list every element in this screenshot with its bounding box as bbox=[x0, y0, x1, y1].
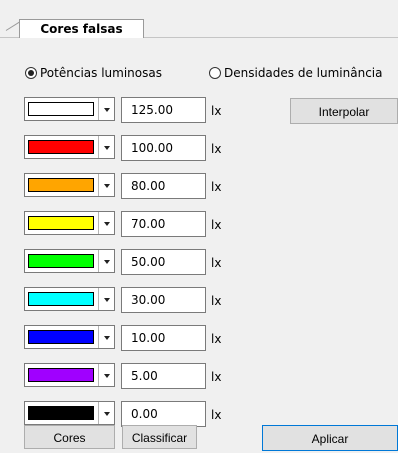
color-swatch bbox=[28, 406, 94, 420]
color-picker-dropdown[interactable] bbox=[24, 325, 115, 349]
radio-densidades-luminancia[interactable]: Densidades de luminância bbox=[209, 65, 382, 81]
interpolate-button[interactable]: Interpolar bbox=[290, 98, 398, 124]
chevron-down-icon[interactable] bbox=[98, 136, 114, 158]
chevron-down-icon[interactable] bbox=[98, 326, 114, 348]
color-picker-dropdown[interactable] bbox=[24, 249, 115, 273]
sort-button[interactable]: Classificar bbox=[122, 425, 197, 449]
color-picker-dropdown[interactable] bbox=[24, 173, 115, 197]
chevron-down-icon[interactable] bbox=[98, 288, 114, 310]
radio-label: Potências luminosas bbox=[40, 66, 162, 80]
color-picker-dropdown[interactable] bbox=[24, 363, 115, 387]
apply-button[interactable]: Aplicar bbox=[262, 425, 398, 451]
unit-label: lx bbox=[211, 332, 222, 346]
color-picker-dropdown[interactable] bbox=[24, 287, 115, 311]
level-value-input[interactable]: 5.00 bbox=[121, 363, 206, 389]
unit-label: lx bbox=[211, 180, 222, 194]
chevron-down-icon[interactable] bbox=[98, 98, 114, 120]
chevron-down-icon[interactable] bbox=[98, 212, 114, 234]
radio-button-checked[interactable] bbox=[25, 67, 37, 79]
radio-label: Densidades de luminância bbox=[224, 66, 383, 80]
level-value-input[interactable]: 70.00 bbox=[121, 211, 206, 237]
chevron-down-icon[interactable] bbox=[98, 364, 114, 386]
color-picker-dropdown[interactable] bbox=[24, 135, 115, 159]
color-swatch bbox=[28, 140, 94, 154]
level-value-input[interactable]: 125.00 bbox=[121, 97, 206, 123]
color-swatch bbox=[28, 292, 94, 306]
unit-label: lx bbox=[211, 218, 222, 232]
tab-cores-falsas[interactable]: Cores falsas bbox=[19, 19, 144, 38]
unit-label: lx bbox=[211, 370, 222, 384]
colors-button[interactable]: Cores bbox=[24, 425, 115, 449]
level-value-input[interactable]: 80.00 bbox=[121, 173, 206, 199]
level-value-input[interactable]: 10.00 bbox=[121, 325, 206, 351]
color-swatch bbox=[28, 102, 94, 116]
tab-strip: Cores falsas bbox=[0, 0, 398, 38]
color-swatch bbox=[28, 368, 94, 382]
unit-label: lx bbox=[211, 104, 222, 118]
level-value-input[interactable]: 50.00 bbox=[121, 249, 206, 275]
chevron-down-icon[interactable] bbox=[98, 250, 114, 272]
radio-potencias-luminosas[interactable]: Potências luminosas bbox=[25, 65, 162, 81]
unit-label: lx bbox=[211, 142, 222, 156]
color-picker-dropdown[interactable] bbox=[24, 97, 115, 121]
unit-label: lx bbox=[211, 256, 222, 270]
tab-title: Cores falsas bbox=[40, 22, 123, 36]
chevron-down-icon[interactable] bbox=[98, 174, 114, 196]
level-value-input[interactable]: 100.00 bbox=[121, 135, 206, 161]
color-picker-dropdown[interactable] bbox=[24, 211, 115, 235]
level-value-input[interactable]: 30.00 bbox=[121, 287, 206, 313]
color-picker-dropdown[interactable] bbox=[24, 401, 115, 425]
unit-label: lx bbox=[211, 408, 222, 422]
color-swatch bbox=[28, 178, 94, 192]
level-value-input[interactable]: 0.00 bbox=[121, 401, 206, 427]
color-swatch bbox=[28, 254, 94, 268]
color-swatch bbox=[28, 330, 94, 344]
unit-label: lx bbox=[211, 294, 222, 308]
radio-button[interactable] bbox=[209, 67, 221, 79]
color-swatch bbox=[28, 216, 94, 230]
chevron-down-icon[interactable] bbox=[98, 402, 114, 424]
